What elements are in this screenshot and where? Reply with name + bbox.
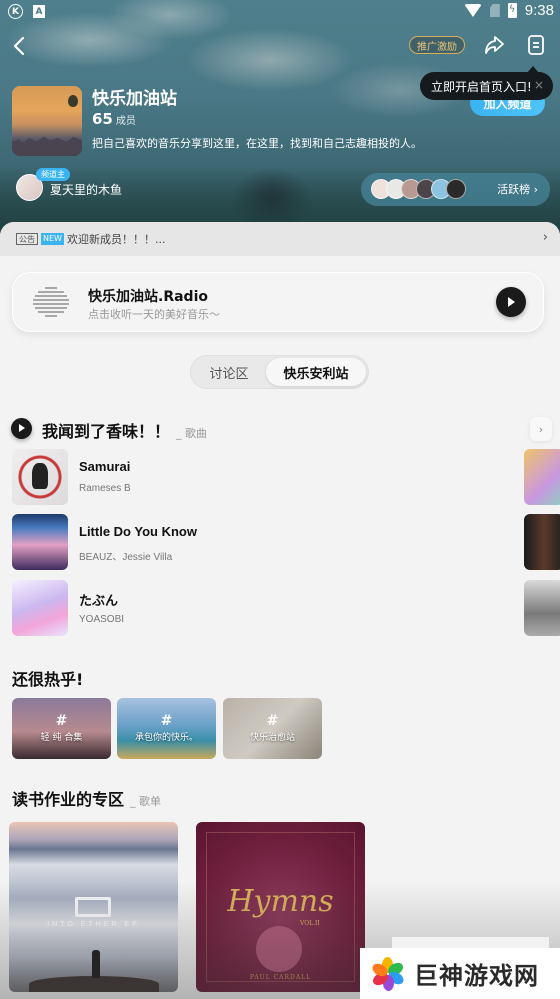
section-tabs: 讨论区 快乐安利站 <box>190 355 369 389</box>
announcement-tag: 公告 <box>16 233 38 245</box>
hot-topic-card[interactable]: # 快乐治愈站 <box>223 698 322 759</box>
channel-description: 把自己喜欢的音乐分享到这里，在这里，找到和自己志趣相投的人。 <box>92 137 422 150</box>
new-badge: NEW <box>41 233 64 245</box>
hill-graphic <box>29 976 159 992</box>
battery-charging-icon <box>507 3 517 18</box>
hot-topic-card[interactable]: # 承包你的快乐。 <box>117 698 216 759</box>
announcement-text: 欢迎新成员！！！... <box>66 233 166 246</box>
top-nav: 推广激励 <box>0 30 560 62</box>
ranking-label: 活跃榜 › <box>497 183 538 196</box>
channel-radio-card[interactable]: 快乐加油站.Radio 点击收听一天的美好音乐～ <box>12 272 544 332</box>
status-bar: K A 9:38 <box>0 0 560 24</box>
owner-name[interactable]: 夏天里的木鱼 <box>50 181 122 198</box>
playlist-card[interactable]: INTO ETHER EP <box>9 822 178 992</box>
chevron-right-icon: › <box>542 230 548 245</box>
a-app-icon: A <box>33 5 45 18</box>
song-cover <box>12 449 68 505</box>
person-silhouette <box>92 950 100 978</box>
songs-section-subtitle: _ 歌曲 <box>176 427 208 440</box>
playlist-cover-artist: PAUL CARDALL <box>249 974 312 981</box>
city-silhouette <box>12 136 82 156</box>
song-artist: BEAUZ、Jessie Villa <box>79 552 173 563</box>
k-app-icon: K <box>8 4 23 19</box>
radio-title: 快乐加油站.Radio <box>88 289 208 305</box>
hot-topic-label: 快乐治愈站 <box>249 733 295 743</box>
owner-badge: 频道主 <box>36 168 70 181</box>
hashtag-icon: # <box>160 713 173 729</box>
hot-topic-card[interactable]: # 轻 纯 合集 <box>12 698 111 759</box>
hot-section-header: 还很热乎! <box>12 666 83 690</box>
share-button[interactable] <box>482 33 506 57</box>
ranking-member-avatar <box>446 179 466 199</box>
songs-section-title: 我闻到了香味！！ <box>42 422 171 441</box>
song-name: Little Do You Know <box>79 524 197 539</box>
songs-section-header: 我闻到了香味！！ _ 歌曲 <box>42 418 207 442</box>
next-page-song-cover[interactable] <box>524 514 560 570</box>
song-name: たぶん <box>79 593 119 608</box>
song-artist: YOASOBI <box>79 614 125 625</box>
hot-section-title: 还很热乎! <box>12 670 84 689</box>
song-cover <box>12 514 68 570</box>
no-sim-icon <box>489 4 500 17</box>
tooltip-close-icon[interactable]: × <box>534 78 544 92</box>
playlist-cover-vol: VOL.II <box>300 920 320 927</box>
playlist-cover-title: Hymns <box>227 884 334 919</box>
channel-menu-button[interactable] <box>524 33 548 57</box>
homepage-entry-tooltip: 立即开启首页入口! × <box>420 66 553 100</box>
channel-content-sheet: 公告 NEW 欢迎新成员！！！... › 快乐加油站.Radio 点击收听一天的… <box>0 222 560 999</box>
clock: 9:38 <box>524 2 554 19</box>
activity-ranking-button[interactable]: 活跃榜 › <box>361 173 550 206</box>
playlist-section-subtitle: _ 歌单 <box>130 795 162 808</box>
announcement-bar[interactable]: 公告 NEW 欢迎新成员！！！... › <box>0 222 560 256</box>
album-logo-icon <box>75 897 111 917</box>
document-menu-icon <box>528 35 544 55</box>
next-page-song-cover[interactable] <box>524 580 560 636</box>
radio-subtitle: 点击收听一天的美好音乐～ <box>88 308 220 321</box>
playlist-section-header: 读书作业的专区 _ 歌单 <box>12 786 161 810</box>
hot-topic-label: 承包你的快乐。 <box>134 733 198 743</box>
hashtag-icon: # <box>55 713 68 729</box>
song-name: Samurai <box>79 459 131 474</box>
wifi-icon <box>463 4 482 17</box>
ranking-avatars <box>371 179 466 199</box>
share-icon <box>485 36 504 54</box>
channel-name: 快乐加油站 <box>92 89 177 109</box>
play-all-button[interactable] <box>11 418 32 439</box>
tab-recommend-station[interactable]: 快乐安利站 <box>266 358 366 386</box>
balloon-graphic <box>68 95 78 107</box>
song-cover <box>12 580 68 636</box>
tooltip-text: 立即开启首页入口! <box>431 79 532 94</box>
next-page-song-cover[interactable] <box>524 449 560 505</box>
member-count: 65 成员 <box>92 110 136 128</box>
radio-waveform-icon <box>30 280 72 324</box>
tab-discussion[interactable]: 讨论区 <box>190 355 268 389</box>
cover-disc-graphic <box>256 926 302 972</box>
member-count-label: 成员 <box>115 116 136 127</box>
pinwheel-logo-icon <box>370 956 406 992</box>
radio-play-button[interactable] <box>496 287 526 317</box>
back-chevron-icon <box>13 36 25 56</box>
member-count-number: 65 <box>92 110 113 128</box>
promo-incentive-button[interactable]: 推广激励 <box>409 36 465 54</box>
song-row[interactable]: たぶん YOASOBI <box>12 580 512 636</box>
back-button[interactable] <box>8 32 32 60</box>
playlist-section-title: 读书作业的专区 <box>12 790 125 809</box>
playlist-cover-text: INTO ETHER EP <box>47 921 140 928</box>
site-watermark: 巨神游戏网 <box>360 948 560 999</box>
hashtag-icon: # <box>266 713 279 729</box>
song-row[interactable]: Samurai Rameses B <box>12 449 512 505</box>
songs-more-button[interactable]: › <box>530 417 552 441</box>
channel-cover-image <box>12 86 82 156</box>
watermark-text: 巨神游戏网 <box>414 962 539 990</box>
playlist-card[interactable]: Hymns VOL.II PAUL CARDALL <box>196 822 365 992</box>
hot-topic-label: 轻 纯 合集 <box>40 733 83 743</box>
song-artist: Rameses B <box>79 483 131 494</box>
song-row[interactable]: Little Do You Know BEAUZ、Jessie Villa <box>12 514 512 570</box>
